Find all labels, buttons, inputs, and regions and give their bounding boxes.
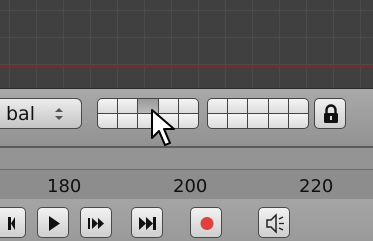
layer-buttons-group-2 [207,98,309,129]
layer-button[interactable] [288,99,308,113]
jump-start-button[interactable] [0,207,26,238]
ruler-tick: 180 [47,176,82,197]
layer-button[interactable] [248,99,268,113]
next-keyframe-button[interactable] [80,207,112,238]
jump-end-button[interactable] [131,207,163,238]
timeline-area[interactable] [0,148,373,169]
ruler-tick: 200 [173,176,208,197]
layer-button[interactable] [178,99,198,113]
x-axis-line [0,65,373,67]
play-button[interactable] [37,207,69,238]
layer-button[interactable] [208,99,228,113]
audio-button[interactable] [258,207,290,238]
ruler-tick: 220 [299,176,334,197]
layer-button[interactable] [208,114,228,128]
frame-ruler[interactable]: 180 200 220 [0,169,373,200]
mouse-cursor-icon [150,108,178,154]
layer-button[interactable] [98,114,118,128]
playback-controls [0,199,373,241]
layer-button[interactable] [248,114,268,128]
layer-button[interactable] [178,114,198,128]
layer-button[interactable] [118,99,138,113]
layer-button[interactable] [228,114,248,128]
layer-button[interactable] [268,99,288,113]
layer-button[interactable] [98,99,118,113]
record-button[interactable] [190,207,222,238]
orientation-select[interactable]: bal [0,98,82,129]
layer-buttons-group-1 [97,98,199,129]
layer-button[interactable] [268,114,288,128]
3d-viewport[interactable] [0,0,373,88]
orientation-value: bal [6,103,35,125]
layer-button[interactable] [118,114,138,128]
layer-button[interactable] [288,114,308,128]
updown-arrows-icon [53,105,65,123]
viewport-header: bal [0,88,373,147]
layer-button[interactable] [228,99,248,113]
lock-button[interactable] [314,98,346,129]
